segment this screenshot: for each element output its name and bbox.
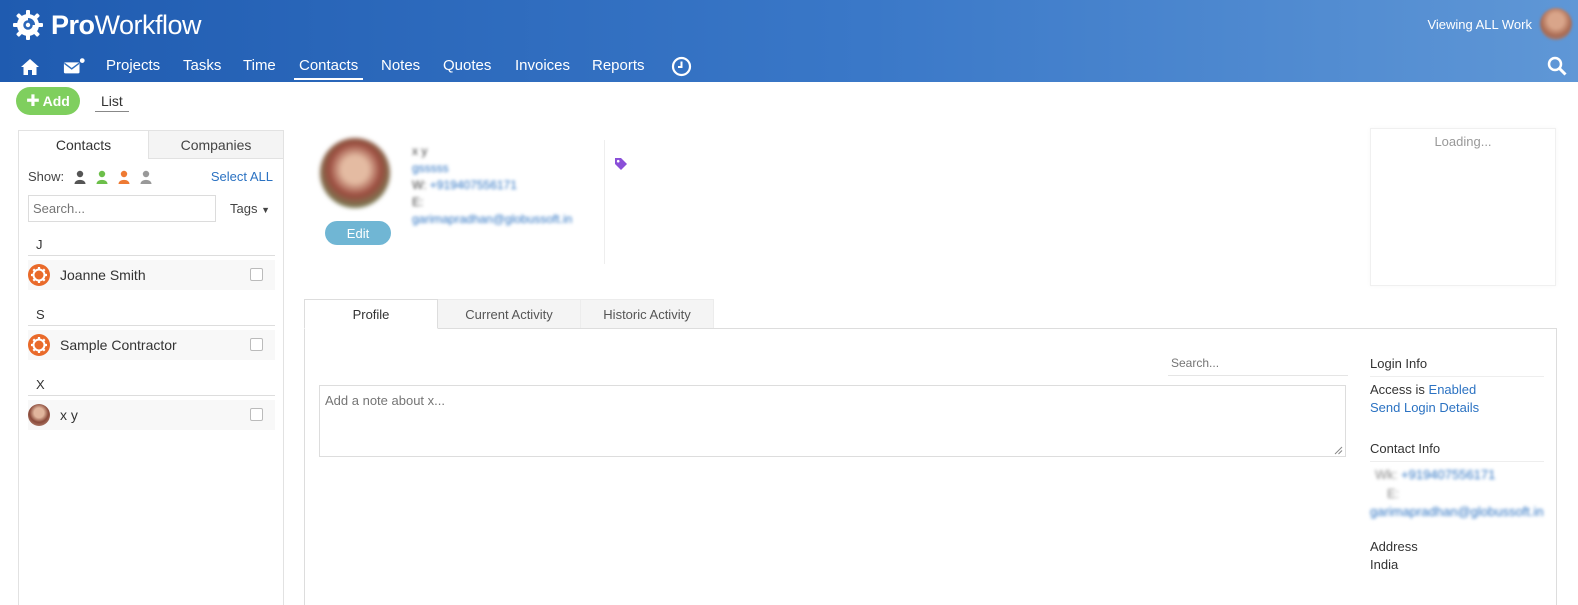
send-login-details-link[interactable]: Send Login Details <box>1370 400 1479 415</box>
tab-contacts[interactable]: Contacts <box>19 131 149 159</box>
contact-checkbox[interactable] <box>250 338 263 351</box>
list-view-link[interactable]: List <box>95 93 129 112</box>
app-logo[interactable]: ProWorkflow <box>12 9 202 41</box>
profile-email[interactable]: garimapradhan@globussoft.in <box>412 211 572 228</box>
tab-historic-activity[interactable]: Historic Activity <box>581 299 714 329</box>
contractor-icon <box>28 334 50 356</box>
loading-text: Loading... <box>1434 134 1492 149</box>
home-icon[interactable] <box>19 56 41 78</box>
select-all-link[interactable]: Select ALL <box>211 169 273 184</box>
access-status: Access is Enabled <box>1370 382 1477 397</box>
nav-contacts[interactable]: Contacts <box>293 57 364 80</box>
search-icon[interactable] <box>1547 56 1567 76</box>
group-letter: X <box>28 372 275 396</box>
staff-filter-icon[interactable] <box>74 170 86 184</box>
contact-avatar <box>28 404 50 426</box>
profile-company[interactable]: gsssss <box>412 160 572 177</box>
tags-dropdown[interactable]: Tags ▼ <box>230 201 270 216</box>
note-textarea[interactable] <box>319 385 1346 457</box>
top-header: ProWorkflow Viewing ALL Work Projects Ta… <box>0 0 1578 82</box>
contact-checkbox[interactable] <box>250 408 263 421</box>
profile-work-phone: W: +919407556171 <box>412 178 517 192</box>
access-enabled-link[interactable]: Enabled <box>1429 382 1477 397</box>
user-avatar[interactable] <box>1540 8 1572 40</box>
nav-notes[interactable]: Notes <box>381 57 420 74</box>
other-filter-icon[interactable] <box>140 170 152 184</box>
edit-button[interactable]: Edit <box>325 221 391 245</box>
clock-icon[interactable] <box>670 55 692 77</box>
profile-name: x y <box>412 144 428 158</box>
nav-quotes[interactable]: Quotes <box>443 57 491 74</box>
contractor-filter-icon[interactable] <box>118 170 130 184</box>
nav-time[interactable]: Time <box>243 57 276 74</box>
profile-info: x y gsssss W: +919407556171 E: garimapra… <box>412 143 572 228</box>
divider <box>604 140 605 264</box>
plus-icon: ✚ <box>26 93 40 110</box>
nav-invoices[interactable]: Invoices <box>515 57 570 74</box>
tab-companies[interactable]: Companies <box>149 131 283 159</box>
group-letter: S <box>28 302 275 326</box>
profile-tabs: Profile Current Activity Historic Activi… <box>304 299 714 329</box>
profile-email-label: E: <box>412 195 424 209</box>
tab-current-activity[interactable]: Current Activity <box>438 299 581 329</box>
nav-tasks[interactable]: Tasks <box>183 57 221 74</box>
contact-info-heading: Contact Info <box>1370 441 1544 462</box>
gear-logo-icon <box>13 10 43 40</box>
notes-search-input[interactable] <box>1168 350 1348 376</box>
group-letter: J <box>28 232 275 256</box>
logo-text: ProWorkflow <box>51 9 202 40</box>
contractor-icon <box>28 264 50 286</box>
address-value: India <box>1370 557 1399 572</box>
client-filter-icon[interactable] <box>96 170 108 184</box>
left-tabs: Contacts Companies <box>19 131 283 159</box>
viewing-filter[interactable]: Viewing ALL Work <box>1427 17 1532 32</box>
contact-name: Joanne Smith <box>60 267 146 283</box>
contact-name: Sample Contractor <box>60 337 177 353</box>
tag-icon[interactable] <box>614 157 628 171</box>
contact-checkbox[interactable] <box>250 268 263 281</box>
nav-projects[interactable]: Projects <box>106 57 160 74</box>
contact-row[interactable]: Sample Contractor <box>28 330 275 360</box>
activity-summary-box: Loading... <box>1370 128 1556 286</box>
show-label: Show: <box>28 169 65 184</box>
tab-profile[interactable]: Profile <box>304 299 438 329</box>
contacts-panel: Contacts Companies Show: Select ALL Tags… <box>18 130 284 605</box>
profile-photo <box>320 138 390 208</box>
sidebar-email[interactable]: garimapradhan@globussoft.in <box>1370 504 1544 519</box>
address-heading: Address <box>1370 539 1418 554</box>
login-info-heading: Login Info <box>1370 356 1544 377</box>
mail-icon[interactable] <box>63 56 85 78</box>
sidebar-email-label: E: <box>1387 486 1400 501</box>
add-button[interactable]: ✚ Add <box>16 87 80 115</box>
nav-reports[interactable]: Reports <box>592 57 645 74</box>
show-filter: Show: <box>28 169 152 184</box>
contact-name: x y <box>60 407 78 423</box>
contact-row[interactable]: x y <box>28 400 275 430</box>
contact-search-input[interactable] <box>28 195 216 222</box>
resize-grip-icon[interactable] <box>1334 446 1343 455</box>
contact-row[interactable]: Joanne Smith <box>28 260 275 290</box>
caret-down-icon: ▼ <box>261 205 271 215</box>
sidebar-work-phone: Wk: +919407556171 <box>1375 467 1496 482</box>
